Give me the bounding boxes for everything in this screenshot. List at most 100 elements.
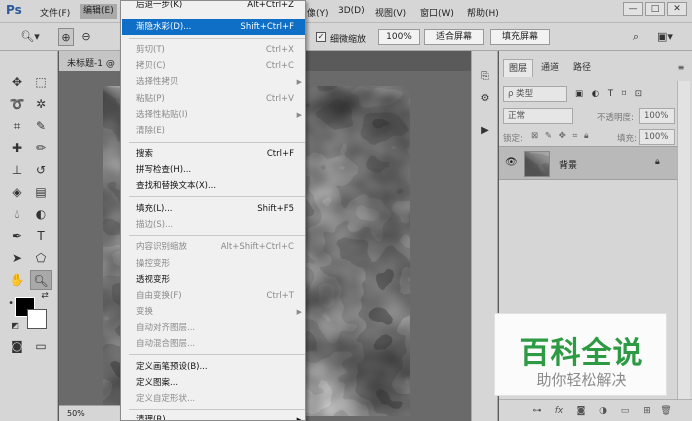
healing-brush-icon[interactable]: ✚ (6, 138, 28, 158)
hand-tool-icon[interactable]: ✋ (6, 270, 28, 290)
eraser-tool-icon[interactable]: ◈ (6, 182, 28, 202)
menu-edit[interactable]: 编辑(E) (80, 4, 117, 19)
submenu-arrow-icon: ▶ (296, 308, 302, 316)
gradient-tool-icon[interactable]: ▤ (30, 182, 52, 202)
adjustment-layer-icon[interactable]: ◑ (596, 404, 610, 418)
zoom-tool-preset-icon[interactable]: 🔍︎▾ (18, 28, 42, 46)
add-mask-icon[interactable]: ◙ (574, 404, 588, 418)
zoom-out-icon[interactable]: ⊖ (78, 28, 94, 46)
new-layer-icon[interactable]: ⊞ (640, 404, 654, 418)
type-tool-icon[interactable]: T (30, 226, 52, 246)
menu-item-define-shape[interactable]: 定义自定形状... (122, 391, 305, 407)
menu-item-purge[interactable]: 清理(R) ▶ (122, 412, 305, 420)
menubar: Ps 文件(F) 编辑(E) 像(Y) 3D(D) 视图(V) 窗口(W) 帮助… (0, 0, 692, 23)
menu-3d[interactable]: 3D(D) (338, 6, 365, 16)
fill-field[interactable]: 100% (639, 129, 675, 145)
menu-item-spell-check[interactable]: 拼写检查(H)... (122, 162, 305, 178)
marquee-tool-icon[interactable]: ⬚ (30, 72, 52, 92)
shape-tool-icon[interactable]: ⬠ (30, 248, 52, 268)
history-brush-icon[interactable]: ↺ (30, 160, 52, 180)
fit-screen-button[interactable]: 适合屏幕 (424, 29, 484, 45)
fill-screen-button[interactable]: 填充屏幕 (490, 29, 550, 45)
menu-item-search[interactable]: 搜索 Ctrl+F (122, 146, 305, 162)
menu-item-cut[interactable]: 剪切(T) Ctrl+X (122, 42, 305, 58)
menu-item-fill[interactable]: 填充(L)... Shift+F5 (122, 201, 305, 217)
menu-item-transform[interactable]: 变换 ▶ (122, 304, 305, 320)
history-panel-icon[interactable]: ⎘ (476, 69, 494, 85)
menu-item-paste[interactable]: 粘贴(P) Ctrl+V (122, 91, 305, 107)
actions-play-icon[interactable]: ▶ (476, 123, 494, 139)
close-button[interactable]: ✕ (667, 2, 687, 16)
screen-mode-icon[interactable]: ▭ (30, 336, 52, 356)
document-tab[interactable]: 未标题-1 @ (59, 51, 121, 71)
menu-image[interactable]: 像(Y) (307, 6, 329, 19)
clone-stamp-icon[interactable]: ⊥ (6, 160, 28, 180)
menu-item-auto-align[interactable]: 自动对齐图层... (122, 320, 305, 336)
lock-icons[interactable]: ⊠ ✎ ✥ ⌗ 🔒︎ (531, 131, 601, 141)
path-selection-icon[interactable]: ➤ (6, 248, 28, 268)
minimize-button[interactable]: — (623, 2, 643, 16)
blur-tool-icon[interactable]: 💧︎ (6, 204, 28, 224)
zoom-in-icon[interactable]: ⊕ (58, 28, 74, 46)
menu-item-clear[interactable]: 清除(E) (122, 123, 305, 139)
menu-item-content-aware-scale[interactable]: 内容识别缩放 Alt+Shift+Ctrl+C (122, 239, 305, 255)
scrubby-zoom-label: 细微缩放 (330, 35, 367, 45)
layer-name[interactable]: 背景 (559, 158, 577, 171)
tab-paths[interactable]: 路径 (567, 59, 597, 77)
menu-window[interactable]: 窗口(W) (420, 6, 454, 19)
magic-wand-tool-icon[interactable]: ✲ (30, 94, 52, 114)
zoom-status[interactable]: 50% (59, 405, 121, 421)
workspace-icon[interactable]: ▣▾ (652, 28, 678, 46)
crop-tool-icon[interactable]: ⌗ (6, 116, 28, 136)
lasso-tool-icon[interactable]: ➰ (6, 94, 28, 114)
swap-colors-icon[interactable]: ⇄ (38, 289, 52, 303)
menu-item-find-replace[interactable]: 查找和替换文本(X)... (122, 178, 305, 194)
menu-item-fade[interactable]: 渐隐水彩(D)... Shift+Ctrl+F (122, 19, 305, 35)
menu-help[interactable]: 帮助(H) (467, 6, 499, 19)
layer-filter-select[interactable]: ρ 类型 (503, 86, 567, 102)
menu-item-copy[interactable]: 拷贝(C) Ctrl+C (122, 58, 305, 74)
quick-mask-icon[interactable]: ◙ (6, 336, 28, 356)
properties-panel-icon[interactable]: ⚙ (476, 91, 494, 107)
maximize-button[interactable]: □ (645, 2, 665, 16)
brush-tool-icon[interactable]: ✏ (30, 138, 52, 158)
menu-item-auto-blend[interactable]: 自动混合图层... (122, 336, 305, 352)
scrubby-zoom-checkbox[interactable]: ✓ (316, 32, 326, 42)
delete-layer-icon[interactable]: 🗑︎ (659, 404, 673, 418)
menu-item-copy-special[interactable]: 选择性拷贝 ▶ (122, 74, 305, 90)
opacity-label: 不透明度: (597, 113, 634, 123)
tab-layers[interactable]: 图层 (503, 59, 533, 77)
tab-channels[interactable]: 通道 (535, 59, 565, 77)
lock-label: 锁定: (503, 134, 523, 144)
link-layers-icon[interactable]: ⊶ (530, 404, 544, 418)
menu-file[interactable]: 文件(F) (40, 6, 70, 19)
eyedropper-tool-icon[interactable]: ✎ (30, 116, 52, 136)
pen-tool-icon[interactable]: ✒ (6, 226, 28, 246)
menu-item-define-brush[interactable]: 定义画笔预设(B)... (122, 359, 305, 375)
menu-item-free-transform[interactable]: 自由变换(F) Ctrl+T (122, 288, 305, 304)
move-tool-icon[interactable]: ✥ (6, 72, 28, 92)
menu-item-perspective-warp[interactable]: 透视变形 (122, 272, 305, 288)
layers-scrollbar[interactable] (677, 81, 690, 399)
menu-separator (129, 235, 305, 236)
blend-mode-select[interactable]: 正常 (503, 108, 573, 124)
zoom-tool-icon[interactable]: 🔍︎ (30, 270, 52, 290)
layer-style-icon[interactable]: fx (552, 404, 566, 418)
zoom-100-button[interactable]: 100% (378, 29, 420, 45)
menu-item-step-backward[interactable]: 后退一步(K) Alt+Ctrl+Z (122, 1, 305, 13)
search-icon[interactable]: ⌕ (628, 28, 644, 46)
visibility-eye-icon[interactable]: 👁︎ (505, 157, 518, 168)
filter-type-icons[interactable]: ▣ ◐ T ⌑ ⊡ (575, 89, 675, 99)
menu-view[interactable]: 视图(V) (375, 6, 406, 19)
menu-item-puppet-warp[interactable]: 操控变形 (122, 256, 305, 272)
opacity-field[interactable]: 100% (639, 108, 675, 124)
layer-row[interactable]: 👁︎ 背景 🔒︎ (499, 146, 677, 180)
dodge-tool-icon[interactable]: ◐ (30, 204, 52, 224)
default-colors-icon[interactable]: ◩ (8, 319, 22, 333)
background-color-swatch[interactable] (27, 309, 47, 329)
menu-item-define-pattern[interactable]: 定义图案... (122, 375, 305, 391)
new-group-icon[interactable]: ▭ (618, 404, 632, 418)
menu-item-stroke[interactable]: 描边(S)... (122, 217, 305, 233)
menu-item-paste-special[interactable]: 选择性粘贴(I) ▶ (122, 107, 305, 123)
panel-menu-icon[interactable]: ≡ (675, 59, 687, 77)
